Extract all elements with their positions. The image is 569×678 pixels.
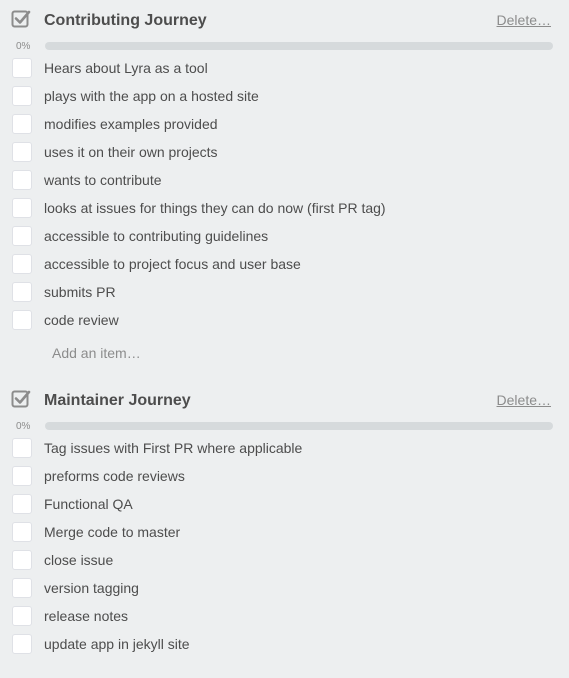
- checklist-item[interactable]: version tagging: [0, 576, 569, 604]
- item-text[interactable]: code review: [44, 312, 119, 328]
- item-checkbox[interactable]: [12, 170, 32, 190]
- checklist-icon: [11, 10, 31, 28]
- checklist-items: Tag issues with First PR where applicabl…: [0, 436, 569, 660]
- item-text[interactable]: Hears about Lyra as a tool: [44, 60, 208, 76]
- item-checkbox[interactable]: [12, 578, 32, 598]
- item-text[interactable]: modifies examples provided: [44, 116, 218, 132]
- item-text[interactable]: uses it on their own projects: [44, 144, 218, 160]
- item-text[interactable]: looks at issues for things they can do n…: [44, 200, 386, 216]
- checklist-item[interactable]: wants to contribute: [0, 168, 569, 196]
- checklist-items: Hears about Lyra as a tool plays with th…: [0, 56, 569, 336]
- checklist-item[interactable]: looks at issues for things they can do n…: [0, 196, 569, 224]
- item-checkbox[interactable]: [12, 58, 32, 78]
- item-text[interactable]: accessible to project focus and user bas…: [44, 256, 301, 272]
- item-text[interactable]: wants to contribute: [44, 172, 162, 188]
- checklist-item[interactable]: close issue: [0, 548, 569, 576]
- item-text[interactable]: accessible to contributing guidelines: [44, 228, 268, 244]
- item-text[interactable]: plays with the app on a hosted site: [44, 88, 259, 104]
- item-checkbox[interactable]: [12, 142, 32, 162]
- item-checkbox[interactable]: [12, 254, 32, 274]
- progress-percent: 0%: [16, 421, 31, 432]
- checklist-item[interactable]: Tag issues with First PR where applicabl…: [0, 436, 569, 464]
- checklist-maintainer-journey: Maintainer Journey Delete… 0% Tag issues…: [0, 380, 569, 660]
- checklist-item[interactable]: uses it on their own projects: [0, 140, 569, 168]
- item-checkbox[interactable]: [12, 634, 32, 654]
- item-checkbox[interactable]: [12, 282, 32, 302]
- item-checkbox[interactable]: [12, 438, 32, 458]
- checklist-progress: 0%: [0, 408, 569, 432]
- checklist-icon: [11, 390, 31, 408]
- item-checkbox[interactable]: [12, 466, 32, 486]
- progress-percent: 0%: [16, 41, 31, 52]
- checklist-item[interactable]: code review: [0, 308, 569, 336]
- checklist-progress: 0%: [0, 28, 569, 52]
- item-checkbox[interactable]: [12, 198, 32, 218]
- item-text[interactable]: release notes: [44, 608, 128, 624]
- checklist-item[interactable]: update app in jekyll site: [0, 632, 569, 660]
- item-checkbox[interactable]: [12, 522, 32, 542]
- checklist-item[interactable]: Functional QA: [0, 492, 569, 520]
- delete-checklist-link[interactable]: Delete…: [497, 12, 551, 28]
- item-text[interactable]: submits PR: [44, 284, 116, 300]
- item-text[interactable]: Tag issues with First PR where applicabl…: [44, 440, 302, 456]
- item-checkbox[interactable]: [12, 86, 32, 106]
- item-checkbox[interactable]: [12, 310, 32, 330]
- checklist-item[interactable]: accessible to contributing guidelines: [0, 224, 569, 252]
- checklist-item[interactable]: release notes: [0, 604, 569, 632]
- checklist-item[interactable]: plays with the app on a hosted site: [0, 84, 569, 112]
- item-text[interactable]: update app in jekyll site: [44, 636, 190, 652]
- item-text[interactable]: Functional QA: [44, 496, 133, 512]
- item-checkbox[interactable]: [12, 550, 32, 570]
- checklist-header: Contributing Journey Delete…: [0, 0, 569, 29]
- add-item-row: Add an item…: [0, 336, 569, 370]
- item-text[interactable]: close issue: [44, 552, 113, 568]
- item-checkbox[interactable]: [12, 494, 32, 514]
- item-checkbox[interactable]: [12, 114, 32, 134]
- item-text[interactable]: version tagging: [44, 580, 139, 596]
- checklist-item[interactable]: Hears about Lyra as a tool: [0, 56, 569, 84]
- checklist-item[interactable]: modifies examples provided: [0, 112, 569, 140]
- item-checkbox[interactable]: [12, 606, 32, 626]
- progress-bar: [45, 422, 553, 430]
- item-checkbox[interactable]: [12, 226, 32, 246]
- progress-bar: [45, 42, 553, 50]
- checklist-header: Maintainer Journey Delete…: [0, 380, 569, 409]
- checklist-item[interactable]: Merge code to master: [0, 520, 569, 548]
- delete-checklist-link[interactable]: Delete…: [497, 392, 551, 408]
- checklist-item[interactable]: submits PR: [0, 280, 569, 308]
- checklist-item[interactable]: preforms code reviews: [0, 464, 569, 492]
- checklist-item[interactable]: accessible to project focus and user bas…: [0, 252, 569, 280]
- add-item-button[interactable]: Add an item…: [52, 345, 141, 361]
- item-text[interactable]: Merge code to master: [44, 524, 180, 540]
- item-text[interactable]: preforms code reviews: [44, 468, 185, 484]
- checklist-contributing-journey: Contributing Journey Delete… 0% Hears ab…: [0, 0, 569, 370]
